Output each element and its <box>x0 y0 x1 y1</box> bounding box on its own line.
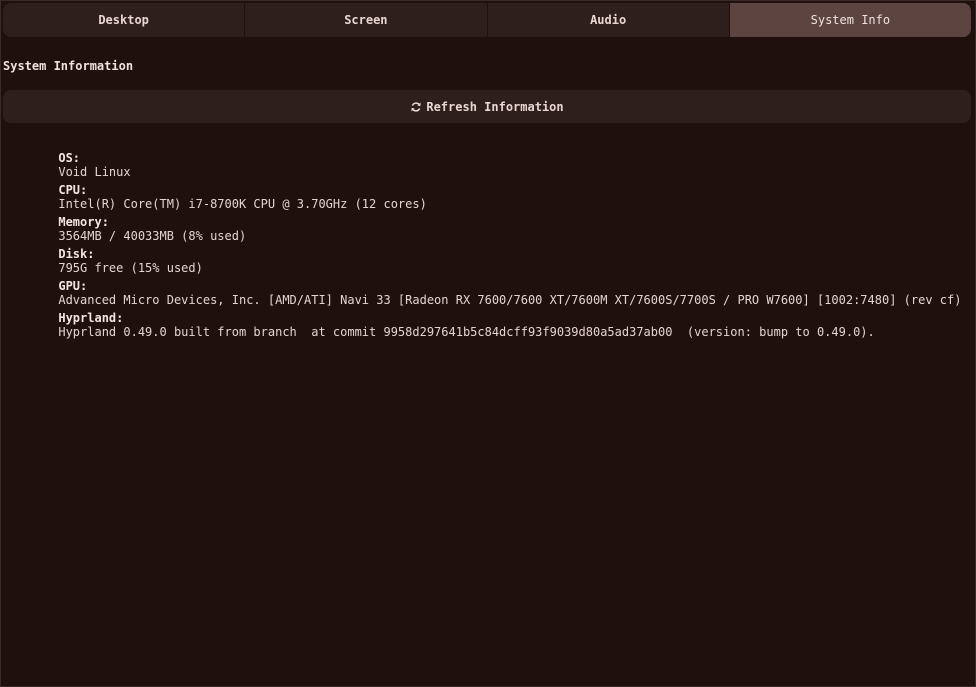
info-row-cpu: CPU: Intel(R) Core(TM) i7-8700K CPU @ 3.… <box>15 169 961 211</box>
tab-system-info[interactable]: System Info <box>729 3 971 37</box>
disk-value: 795G free (15% used) <box>58 261 203 275</box>
tab-desktop[interactable]: Desktop <box>3 3 246 37</box>
system-info-list: OS: Void Linux CPU: Intel(R) Core(TM) i7… <box>15 137 962 339</box>
memory-value: 3564MB / 40033MB (8% used) <box>58 229 247 243</box>
gpu-value: Advanced Micro Devices, Inc. [AMD/ATI] N… <box>58 293 962 307</box>
os-label: OS: <box>58 151 88 165</box>
tab-audio[interactable]: Audio <box>488 3 730 37</box>
memory-label: Memory: <box>58 215 117 229</box>
refresh-information-button[interactable]: Refresh Information <box>3 90 971 123</box>
gpu-label: GPU: <box>58 279 95 293</box>
info-row-os: OS: Void Linux <box>15 137 961 179</box>
hyprland-value: Hyprland 0.49.0 built from branch at com… <box>58 325 875 339</box>
tab-screen[interactable]: Screen <box>245 3 488 37</box>
os-value: Void Linux <box>58 165 131 179</box>
refresh-icon <box>410 101 422 113</box>
hyprland-label: Hyprland: <box>58 311 131 325</box>
app-window: Desktop Screen Audio System Info System … <box>0 0 976 687</box>
section-title: System Information <box>3 59 134 73</box>
cpu-label: CPU: <box>58 183 95 197</box>
cpu-value: Intel(R) Core(TM) i7-8700K CPU @ 3.70GHz… <box>58 197 427 211</box>
disk-label: Disk: <box>58 247 102 261</box>
refresh-button-label: Refresh Information <box>426 99 564 114</box>
tab-bar: Desktop Screen Audio System Info <box>3 3 971 37</box>
